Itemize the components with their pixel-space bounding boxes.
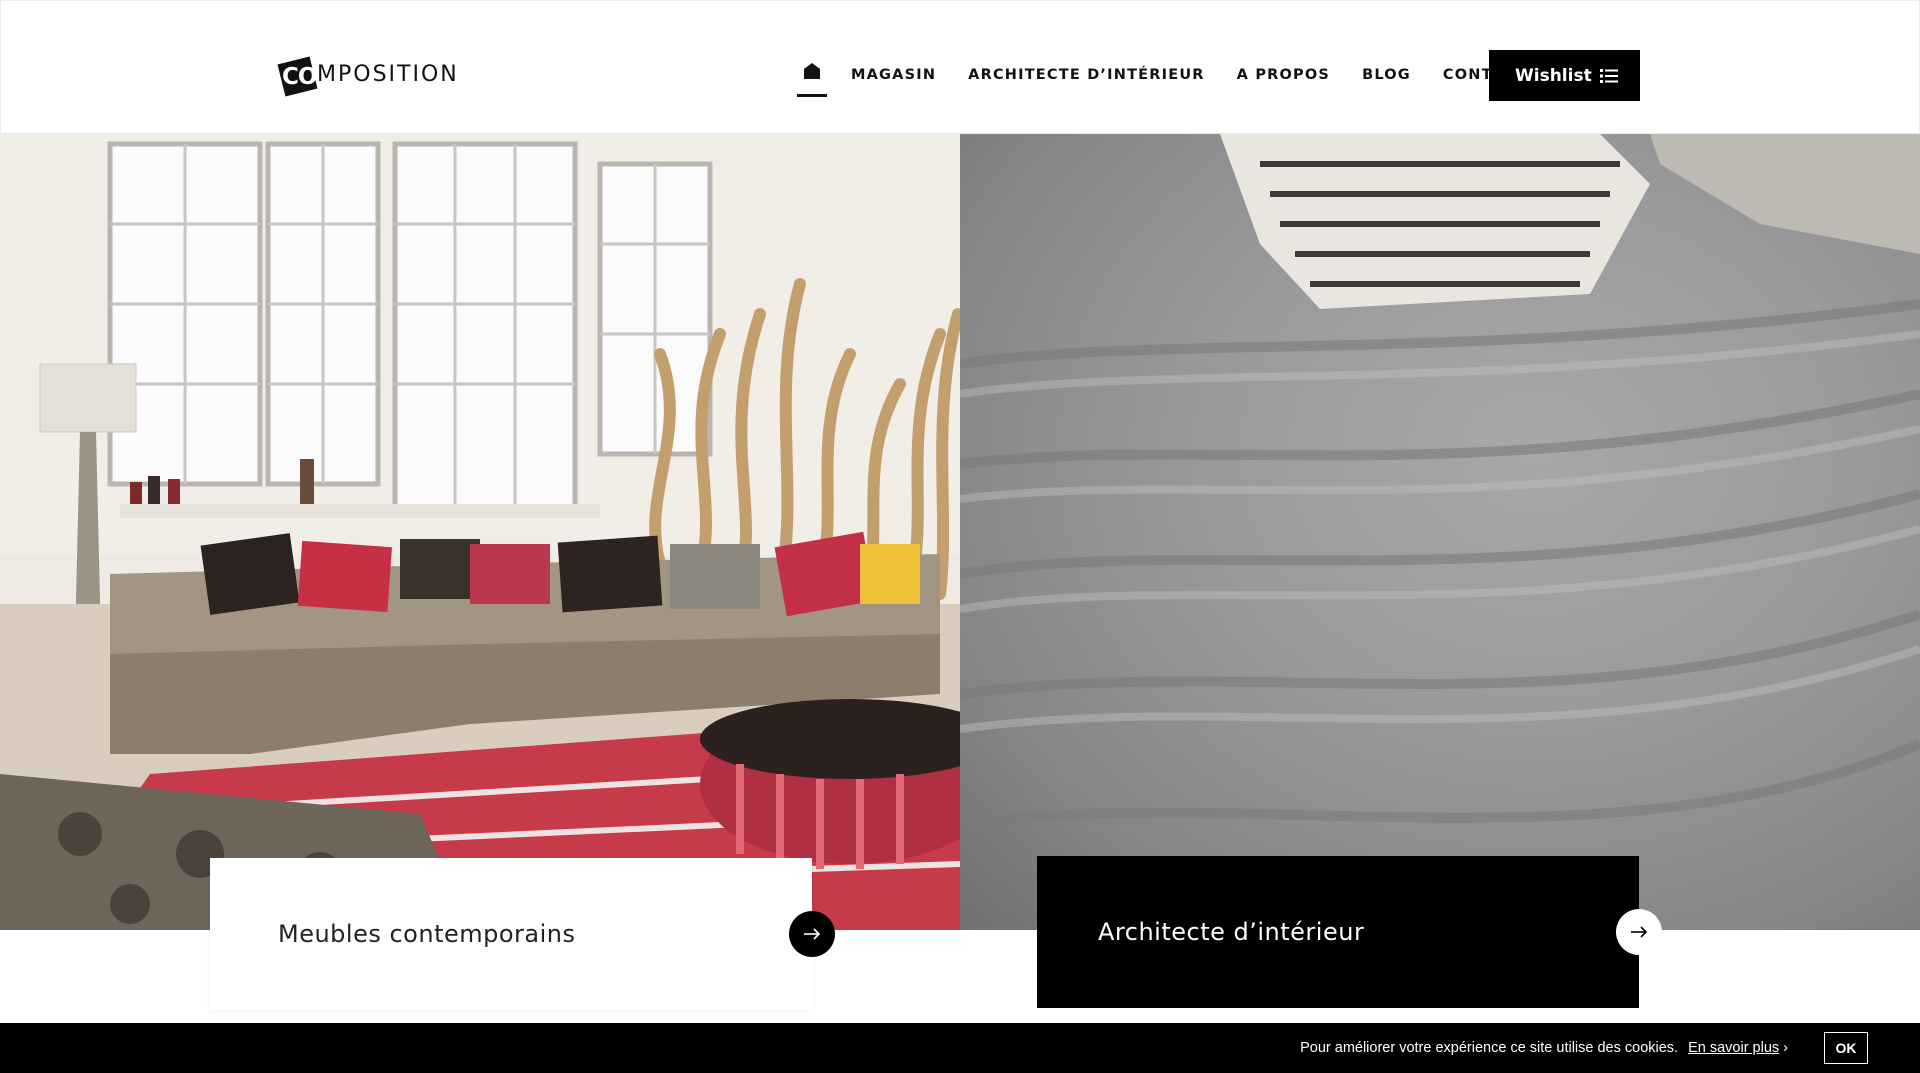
logo[interactable]: CO MPOSITION [277,53,459,97]
wishlist-button[interactable]: Wishlist [1489,50,1640,101]
site-header: CO MPOSITION MAGASIN ARCHITECTE D’INTÉRI… [0,0,1920,134]
main-nav: MAGASIN ARCHITECTE D’INTÉRIEUR A PROPOS … [797,53,1527,97]
nav-item-architecte[interactable]: ARCHITECTE D’INTÉRIEUR [968,67,1205,83]
arrow-right-icon [1631,926,1648,938]
card-architecte-interieur[interactable]: Architecte d’intérieur [1037,856,1662,1008]
hero [0,134,1920,930]
cookie-link-arrow: › [1783,1040,1788,1056]
card-title: Meubles contemporains [278,920,576,948]
card-title: Architecte d’intérieur [1098,918,1365,946]
logo-mark-text: CO [282,64,317,90]
cookie-learn-more-link[interactable]: En savoir plus [1688,1040,1779,1056]
logo-text: MPOSITION [317,61,459,87]
cookie-banner: Pour améliorer votre expérience ce site … [0,1023,1920,1073]
cookie-ok-button[interactable]: OK [1824,1032,1868,1064]
card-meubles-contemporains[interactable]: Meubles contemporains [210,858,835,1010]
nav-item-magasin[interactable]: MAGASIN [851,67,936,83]
arrow-right-button[interactable] [789,911,835,957]
nav-item-home[interactable] [797,53,827,97]
logo-mark: CO [277,54,318,97]
cookie-message: Pour améliorer votre expérience ce site … [1300,1040,1679,1056]
arrow-right-icon [804,928,821,940]
home-icon [804,63,820,79]
living-room-sofa-photo[interactable] [0,134,960,930]
grey-tufted-sofa-closeup-photo[interactable] [960,134,1920,930]
nav-item-a-propos[interactable]: A PROPOS [1237,67,1330,83]
arrow-right-button[interactable] [1616,909,1662,955]
wishlist-label: Wishlist [1515,65,1592,86]
active-indicator [797,94,827,97]
nav-item-blog[interactable]: BLOG [1362,67,1411,83]
list-icon [1600,69,1618,83]
